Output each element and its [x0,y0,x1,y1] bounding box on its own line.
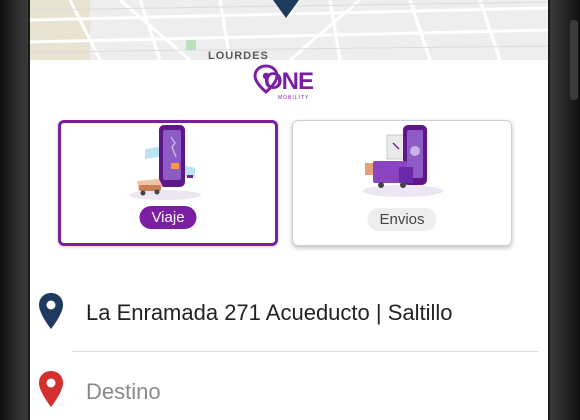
destination-address-row[interactable]: Destino [30,364,548,414]
service-card-envios[interactable]: Envios [292,120,512,246]
service-card-viaje[interactable]: Viaje [58,120,278,246]
phone-frame-left [0,0,28,420]
app-screen: LOURDES ONE MOBILITY Viaje Envios La Enr… [30,0,548,420]
map-view[interactable]: LOURDES [30,0,548,60]
origin-address-row[interactable]: La Enramada 271 Acueducto | Saltillo [30,288,548,338]
logo-subtitle-text: MOBILITY [278,95,310,101]
origin-address-text: La Enramada 271 Acueducto | Saltillo [86,300,453,325]
phone-side-button [570,20,578,100]
address-divider [72,351,538,352]
phone-delivery-truck-illustration-icon [363,125,443,197]
map-area-label: LOURDES [208,50,269,60]
phone-car-illustration-icon [129,125,201,200]
destination-placeholder-text[interactable]: Destino [86,379,161,405]
viaje-chip-label: Viaje [139,206,197,229]
logo-brand-text: ONE [264,68,314,95]
origin-location-pin-icon [39,293,63,329]
phone-frame-right [550,0,580,420]
envios-chip-label: Envios [367,208,437,231]
destination-location-pin-icon [39,371,63,407]
one-mobility-logo: ONE MOBILITY [252,64,322,106]
map-location-pin-icon[interactable] [273,0,299,18]
